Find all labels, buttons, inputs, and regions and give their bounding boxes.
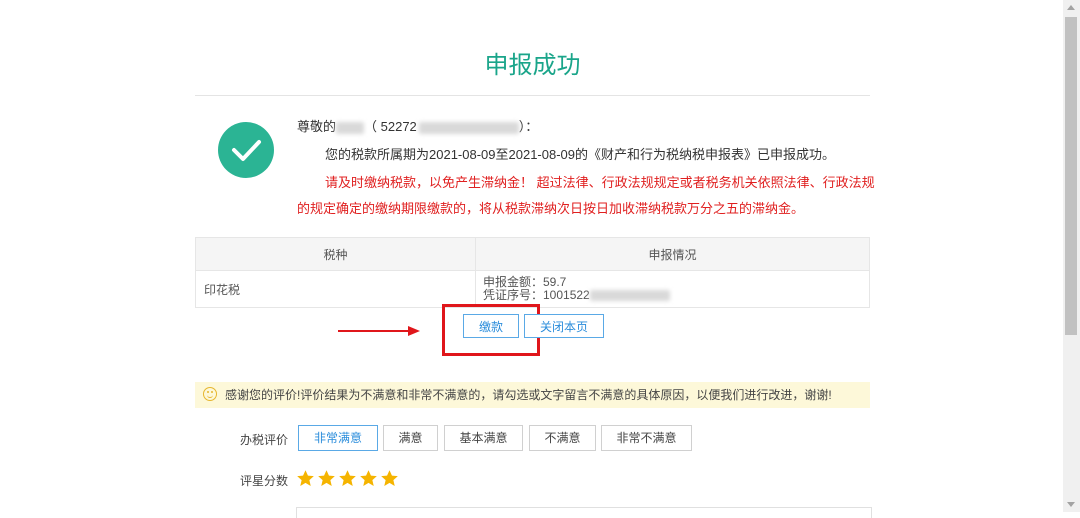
title-divider (195, 95, 870, 96)
star-icon[interactable] (359, 469, 378, 488)
late-payment-warning: 请及时缴纳税款，以免产生滞纳金！ 超过法律、行政法规规定或者税务机关依照法律、行… (297, 175, 875, 216)
redacted-id (418, 121, 519, 134)
page-title: 申报成功 (484, 52, 581, 79)
declaration-info: 您的税款所属期为2021-08-09至2021-08-09的《财产和行为税纳税申… (325, 147, 835, 162)
pay-button[interactable]: 缴款 (463, 314, 519, 338)
stars-label: 评星分数 (240, 474, 289, 488)
star-icon[interactable] (317, 469, 336, 488)
header-declaration-status: 申报情况 (475, 237, 870, 271)
rating-label: 办税评价 (240, 433, 289, 447)
greeting-prefix: 尊敬的 (297, 119, 337, 134)
scroll-down-icon[interactable] (1067, 502, 1075, 507)
rating-option-very-satisfied[interactable]: 非常满意 (298, 425, 378, 451)
rating-option-dissatisfied[interactable]: 不满意 (529, 425, 596, 451)
greeting-id-open: （ 52272 (364, 119, 417, 134)
comment-textarea[interactable] (296, 507, 872, 518)
cell-declaration-status: 申报金额：59.7 凭证序号：1001522 (475, 270, 870, 308)
greeting-line: 尊敬的 （ 52272 ）： (297, 116, 877, 138)
feedback-notice-text: 感谢您的评价!评价结果为不满意和非常不满意的，请勾选或文字留言不满意的具体原因，… (225, 388, 832, 402)
smiley-icon (203, 387, 217, 401)
red-arrow-icon (338, 326, 420, 336)
feedback-notice: 感谢您的评价!评价结果为不满意和非常不满意的，请勾选或文字留言不满意的具体原因，… (195, 382, 870, 408)
vertical-scrollbar[interactable] (1063, 0, 1080, 512)
redacted-name (336, 121, 365, 134)
star-icon[interactable] (380, 469, 399, 488)
star-icon[interactable] (338, 469, 357, 488)
table-row: 印花税 申报金额：59.7 凭证序号：1001522 (195, 270, 870, 308)
star-rating (296, 469, 401, 491)
cell-tax-type: 印花税 (195, 270, 476, 308)
redacted-voucher (589, 290, 670, 302)
close-page-button[interactable]: 关闭本页 (524, 314, 604, 338)
scroll-thumb[interactable] (1065, 17, 1077, 335)
table-header-row: 税种 申报情况 (195, 237, 870, 271)
rating-option-basically-satisfied[interactable]: 基本满意 (444, 425, 523, 451)
rating-option-satisfied[interactable]: 满意 (383, 425, 438, 451)
voucher-number: 凭证序号：1001522 (483, 288, 590, 302)
header-tax-type: 税种 (195, 237, 476, 271)
star-icon[interactable] (296, 469, 315, 488)
scroll-up-icon[interactable] (1067, 5, 1075, 10)
voucher-number-line: 凭证序号：1001522 (483, 289, 868, 302)
success-check-icon (218, 122, 274, 178)
rating-option-very-dissatisfied[interactable]: 非常不满意 (601, 425, 692, 451)
declaration-table: 税种 申报情况 印花税 申报金额：59.7 凭证序号：1001522 (195, 237, 870, 308)
greeting-id-close: ）： (518, 119, 539, 134)
